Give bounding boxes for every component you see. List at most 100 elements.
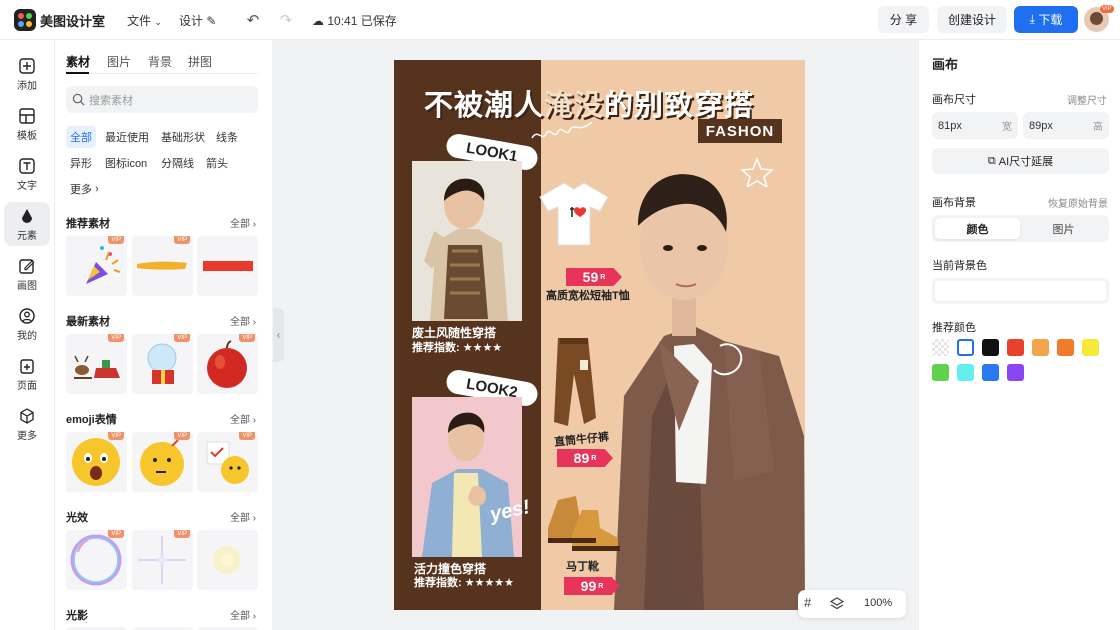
restore-bg-link[interactable]: 恢复原始背景: [1048, 195, 1108, 210]
swatch-blue[interactable]: [982, 364, 999, 381]
ai-extend-button[interactable]: ⧉ AI尺寸延展: [932, 148, 1109, 174]
redo-icon[interactable]: ↷: [276, 10, 296, 30]
rail-more[interactable]: 更多: [4, 402, 50, 446]
app-name: 美图设计室: [40, 14, 106, 29]
checklist-face-icon: [206, 441, 249, 484]
product-name-tshirt[interactable]: 高质宽松短袖T恤: [546, 287, 630, 303]
adjust-size-link[interactable]: 调整尺寸: [1067, 92, 1107, 107]
undo-icon[interactable]: ↶: [243, 10, 263, 30]
file-menu[interactable]: 文件 ⌄: [127, 12, 162, 29]
rail-draw[interactable]: 画图: [4, 252, 50, 296]
chip-more[interactable]: 更多 ›: [66, 178, 103, 200]
chip-recent[interactable]: 最近使用: [101, 126, 153, 148]
width-field[interactable]: 81px 宽: [932, 112, 1018, 139]
chip-divider[interactable]: 分隔线: [157, 152, 198, 174]
bg-type-color[interactable]: 颜色: [935, 218, 1020, 239]
material-thumb[interactable]: VIP: [197, 432, 258, 492]
look2-rating[interactable]: 推荐指数: ★★★★★: [414, 574, 514, 590]
tab-material[interactable]: 素材: [66, 53, 90, 70]
chip-basic-shapes[interactable]: 基础形状: [157, 126, 209, 148]
fashion-label[interactable]: FASHON: [698, 119, 782, 143]
current-bg-swatch[interactable]: [932, 278, 1109, 304]
chip-lines[interactable]: 线条: [212, 126, 242, 148]
swatch-orange[interactable]: [1057, 339, 1074, 356]
rail-template[interactable]: 模板: [4, 102, 50, 146]
vip-badge: VIP: [108, 530, 124, 538]
design-canvas[interactable]: 不被潮人淹没的别致穿搭 FASHON LOOK1 废土风随性穿搭 推荐指数: ★…: [394, 60, 805, 610]
swatch-light-orange[interactable]: [1032, 339, 1049, 356]
chevron-down-icon: ⌄: [154, 17, 162, 27]
vip-badge: VIP: [108, 432, 124, 440]
tab-background[interactable]: 背景: [148, 53, 172, 70]
product-name-pants[interactable]: 直筒牛仔裤: [553, 428, 610, 450]
share-button[interactable]: 分 享: [878, 6, 929, 33]
all-label: 全部: [230, 415, 250, 426]
tab-collage[interactable]: 拼图: [188, 53, 212, 70]
section-all-recommended[interactable]: 全部 ›: [230, 215, 256, 230]
section-all-latest[interactable]: 全部 ›: [230, 313, 256, 328]
chip-all[interactable]: 全部: [66, 126, 96, 148]
scared-face-icon: [72, 438, 120, 486]
material-thumb[interactable]: VIP: [132, 530, 193, 590]
chip-arrow[interactable]: 箭头: [202, 152, 232, 174]
height-field[interactable]: 89px 高: [1023, 112, 1109, 139]
layers-icon[interactable]: [830, 597, 844, 611]
canvas-title[interactable]: 不被潮人淹没的别致穿搭: [424, 82, 754, 124]
product-name-boots[interactable]: 马丁靴: [566, 558, 599, 574]
material-thumb[interactable]: VIP: [132, 236, 193, 296]
swatch-transparent[interactable]: [932, 339, 949, 356]
rail-elements[interactable]: 元素: [4, 202, 50, 246]
download-button[interactable]: ⤓ 下载: [1014, 6, 1078, 33]
app-logo-icon: [14, 9, 36, 31]
rail-add[interactable]: 添加: [4, 52, 50, 96]
swatch-yellow[interactable]: [1082, 339, 1099, 356]
rail-mine[interactable]: 我的: [4, 302, 50, 346]
swatch-cyan[interactable]: [957, 364, 974, 381]
search-input[interactable]: 搜索素材: [66, 86, 258, 113]
top-bar: 美图设计室 文件 ⌄ 设计 ✎ ↶ ↷ ☁ 10:41 已保存 分 享 创建设计…: [0, 0, 1120, 40]
tshirt-image[interactable]: [530, 175, 622, 251]
swatch-black[interactable]: [982, 339, 999, 356]
material-thumb[interactable]: VIP: [197, 334, 258, 394]
material-thumb[interactable]: VIP: [66, 530, 127, 590]
user-icon: [19, 307, 35, 324]
section-all-light[interactable]: 全部 ›: [230, 509, 256, 524]
look1-rating[interactable]: 推荐指数: ★★★★: [412, 339, 502, 355]
material-thumb[interactable]: VIP: [66, 432, 127, 492]
rail-label: 更多: [17, 430, 37, 442]
chip-irregular[interactable]: 异形: [66, 152, 96, 174]
vip-badge: VIP: [174, 432, 190, 440]
design-menu[interactable]: 设计 ✎: [179, 12, 216, 29]
material-thumb[interactable]: VIP: [66, 236, 127, 296]
chip-icon[interactable]: 图标icon: [101, 152, 151, 174]
look2-photo[interactable]: [412, 397, 522, 557]
section-all-emoji[interactable]: 全部 ›: [230, 411, 256, 426]
swatch-green[interactable]: [932, 364, 949, 381]
material-thumb[interactable]: VIP: [66, 334, 127, 394]
material-thumb[interactable]: VIP: [132, 432, 193, 492]
tab-image[interactable]: 图片: [107, 53, 131, 70]
star-doodle-icon: [740, 157, 774, 187]
bg-type-image[interactable]: 图片: [1021, 218, 1106, 239]
grid-icon[interactable]: #: [804, 595, 811, 610]
look1-photo[interactable]: [412, 161, 522, 321]
material-thumb[interactable]: VIP: [132, 334, 193, 394]
pants-image[interactable]: [544, 334, 606, 426]
section-all-shadow[interactable]: 全部 ›: [230, 607, 256, 622]
material-thumb[interactable]: [197, 530, 258, 590]
rail-text[interactable]: 文字: [4, 152, 50, 196]
zoom-level[interactable]: 100%: [864, 597, 892, 609]
create-design-button[interactable]: 创建设计: [937, 6, 1007, 33]
rail-page[interactable]: 页面: [4, 352, 50, 396]
vip-badge: VIP: [174, 530, 190, 538]
swatch-red[interactable]: [1007, 339, 1024, 356]
material-thumb[interactable]: [197, 236, 258, 296]
model-photo[interactable]: [604, 136, 805, 610]
snow-globe-icon: [147, 343, 177, 384]
swatch-purple[interactable]: [1007, 364, 1024, 381]
canvas-properties-panel: 画布 画布尺寸 调整尺寸 81px 宽 89px 高 ⧉ AI尺寸延展 画布背景 恢…: [918, 40, 1120, 630]
collapse-panel-button[interactable]: ‹: [273, 308, 284, 362]
swatch-white[interactable]: [957, 339, 974, 356]
price-value: 89: [573, 450, 590, 466]
boots-image[interactable]: [542, 488, 628, 554]
